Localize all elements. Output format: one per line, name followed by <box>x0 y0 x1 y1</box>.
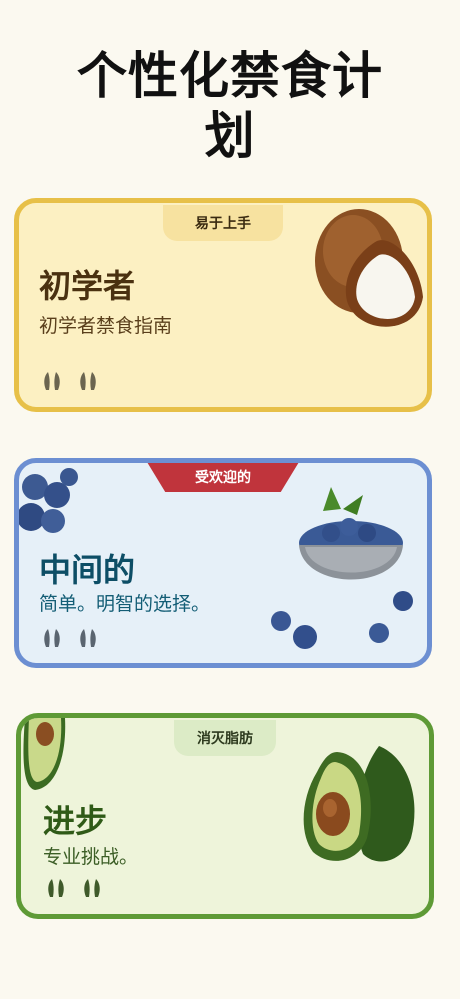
plan-level: 中间的 <box>39 551 136 589</box>
avocado-illustration <box>303 746 415 862</box>
blueberries-illustration <box>19 468 78 533</box>
plan-card-beginner[interactable]: 易于上手 初学者 初学者禁食指南 <box>14 198 432 412</box>
footprints-icon <box>44 372 60 390</box>
difficulty-indicator <box>41 626 99 650</box>
footprints-icon <box>44 629 60 647</box>
page-title: 个性化禁食计 划 <box>0 46 460 166</box>
blueberry-bowl-illustration <box>271 487 413 649</box>
plan-tag: 消灭脂肪 <box>174 720 276 756</box>
avocado-slice-illustration <box>23 718 66 790</box>
difficulty-indicator <box>45 876 103 900</box>
page-title-line-1: 个性化禁食计 <box>77 47 383 105</box>
footprints-icon <box>84 879 100 897</box>
plan-level: 进步 <box>43 802 108 840</box>
page-title-line-2: 划 <box>204 107 256 165</box>
plan-description: 专业挑战。 <box>43 846 139 868</box>
plan-level: 初学者 <box>39 267 136 305</box>
footprints-icon <box>80 372 96 390</box>
plan-description: 初学者禁食指南 <box>39 315 173 337</box>
coconut-illustration <box>315 209 423 327</box>
plan-card-intermediate[interactable]: 受欢迎的 中间的 简单。明智的选择。 <box>14 458 432 668</box>
footprints-icon <box>80 629 96 647</box>
plan-tag: 易于上手 <box>163 205 283 241</box>
difficulty-indicator <box>41 369 99 393</box>
footprints-icon <box>48 879 64 897</box>
plan-card-advanced[interactable]: 消灭脂肪 进步 专业挑战。 <box>16 713 434 919</box>
plan-description: 简单。明智的选择。 <box>39 593 211 615</box>
